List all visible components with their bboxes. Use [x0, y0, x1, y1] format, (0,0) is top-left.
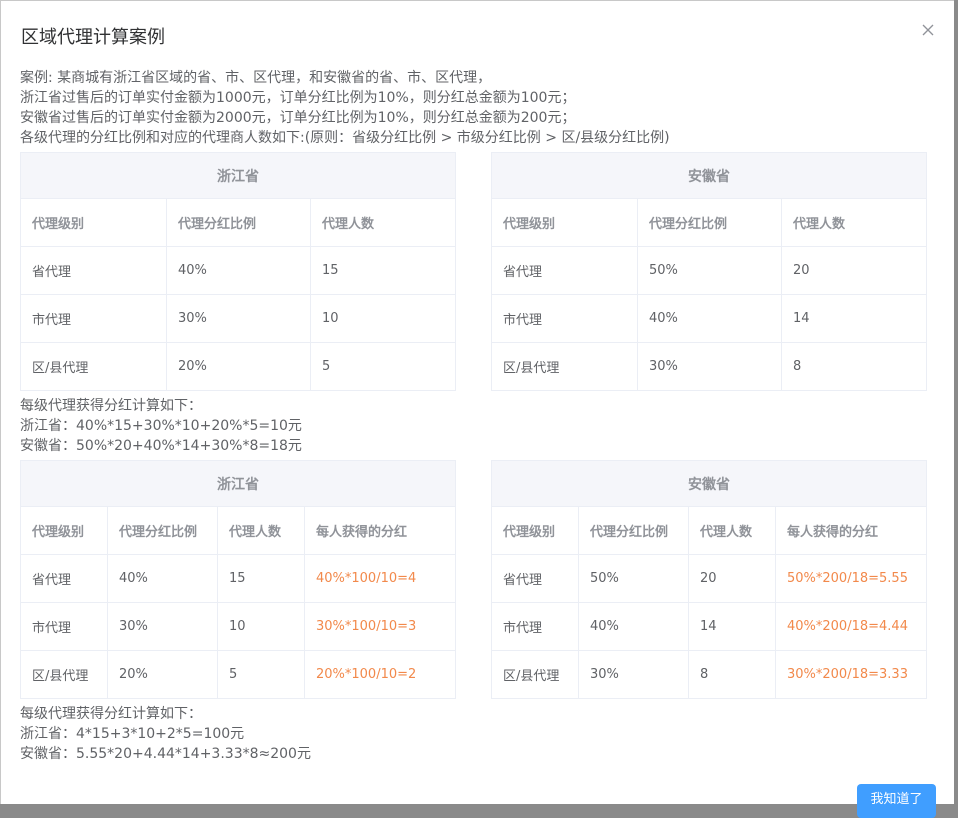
- dividend-formula: 40%*100/10=4: [304, 554, 456, 603]
- table-cell: 市代理: [491, 294, 638, 343]
- table-cell: 40%: [107, 554, 218, 603]
- dividend-formula: 20%*100/10=2: [304, 650, 456, 699]
- summary-line: 每级代理获得分红计算如下：: [20, 706, 202, 722]
- table-cell: 5: [309, 342, 457, 391]
- table-cell: 区/县代理: [491, 342, 638, 391]
- summary-text-2: 每级代理获得分红计算如下： 浙江省：4*15+3*10+2*5=100元 安徽省…: [20, 704, 311, 764]
- table-cell: 30%: [166, 294, 311, 343]
- calc-example-dialog: 区域代理计算案例 案例: 某商城有浙江省区域的省、市、区代理，和安徽省的省、市、…: [0, 0, 954, 818]
- summary-line: 浙江省：40%*15+30%*10+20%*5=10元: [20, 418, 302, 434]
- table-row: 市代理 40% 14 40%*200/18=4.44: [491, 602, 927, 651]
- table-cell: 省代理: [20, 554, 108, 603]
- table-cell: 区/县代理: [491, 650, 579, 699]
- column-header: 代理人数: [780, 198, 928, 247]
- intro-line: 案例: 某商城有浙江省区域的省、市、区代理，和安徽省的省、市、区代理，: [20, 70, 492, 86]
- intro-line: 浙江省过售后的订单实付金额为1000元，订单分红比例为10%，则分红总金额为10…: [20, 90, 576, 106]
- table-row: 省代理 40% 15: [20, 246, 457, 295]
- table-cell: 8: [780, 342, 928, 391]
- table-cell: 市代理: [20, 602, 108, 651]
- table-header-row: 代理级别 代理分红比例 代理人数 每人获得的分红: [491, 506, 927, 555]
- table-cell: 市代理: [20, 294, 167, 343]
- table-cell: 15: [309, 246, 457, 295]
- table-cell: 30%: [107, 602, 218, 651]
- column-header: 代理分红比例: [107, 506, 218, 555]
- table-cell: 区/县代理: [20, 342, 167, 391]
- table-cell: 20: [688, 554, 776, 603]
- table-row: 省代理 50% 20: [491, 246, 928, 295]
- table-cell: 40%: [166, 246, 311, 295]
- table-region-header: 浙江省: [19, 152, 457, 199]
- intro-line: 各级代理的分红比例和对应的代理商人数如下:(原则：省级分红比例 > 市级分红比例…: [20, 130, 670, 146]
- table-cell: 省代理: [20, 246, 167, 295]
- column-header: 代理级别: [491, 506, 579, 555]
- table-header-row: 代理级别 代理分红比例 代理人数 每人获得的分红: [20, 506, 456, 555]
- table-row: 市代理 30% 10 30%*100/10=3: [20, 602, 456, 651]
- dividend-table-anhui: 安徽省 代理级别 代理分红比例 代理人数 每人获得的分红 省代理 50% 20 …: [491, 460, 927, 699]
- column-header: 代理人数: [688, 506, 776, 555]
- table-header-row: 代理级别 代理分红比例 代理人数: [20, 198, 457, 247]
- confirm-button[interactable]: 我知道了: [857, 784, 936, 818]
- table-cell: 8: [688, 650, 776, 699]
- table-row: 省代理 50% 20 50%*200/18=5.55: [491, 554, 927, 603]
- table-cell: 14: [780, 294, 928, 343]
- table-cell: 市代理: [491, 602, 579, 651]
- column-header: 代理人数: [309, 198, 457, 247]
- table-cell: 省代理: [491, 554, 579, 603]
- summary-line: 浙江省：4*15+3*10+2*5=100元: [20, 726, 245, 742]
- summary-text-1: 每级代理获得分红计算如下： 浙江省：40%*15+30%*10+20%*5=10…: [20, 396, 302, 456]
- summary-line: 安徽省：5.55*20+4.44*14+3.33*8≈200元: [20, 746, 311, 762]
- table-header-row: 代理级别 代理分红比例 代理人数: [491, 198, 928, 247]
- column-header: 每人获得的分红: [775, 506, 927, 555]
- table-row: 区/县代理 20% 5: [20, 342, 457, 391]
- table-cell: 省代理: [491, 246, 638, 295]
- column-header: 代理级别: [491, 198, 638, 247]
- summary-line: 每级代理获得分红计算如下：: [20, 398, 202, 414]
- table-region-header: 浙江省: [20, 460, 456, 507]
- table-row: 市代理 30% 10: [20, 294, 457, 343]
- table-row: 市代理 40% 14: [491, 294, 928, 343]
- table-cell: 区/县代理: [20, 650, 108, 699]
- table-cell: 15: [217, 554, 305, 603]
- ratio-table-anhui: 安徽省 代理级别 代理分红比例 代理人数 省代理 50% 20 市代理 40% …: [490, 152, 928, 391]
- table-cell: 40%: [637, 294, 782, 343]
- dividend-formula: 30%*200/18=3.33: [775, 650, 927, 699]
- column-header: 代理级别: [20, 198, 167, 247]
- dividend-formula: 30%*100/10=3: [304, 602, 456, 651]
- column-header: 代理分红比例: [166, 198, 311, 247]
- table-cell: 30%: [637, 342, 782, 391]
- intro-line: 安徽省过售后的订单实付金额为2000元，订单分红比例为10%，则分红总金额为20…: [20, 110, 576, 126]
- column-header: 代理分红比例: [578, 506, 689, 555]
- table-cell: 50%: [578, 554, 689, 603]
- column-header: 代理分红比例: [637, 198, 782, 247]
- table-row: 区/县代理 30% 8 30%*200/18=3.33: [491, 650, 927, 699]
- dialog-title: 区域代理计算案例: [21, 27, 165, 48]
- intro-text: 案例: 某商城有浙江省区域的省、市、区代理，和安徽省的省、市、区代理， 浙江省过…: [20, 68, 670, 148]
- table-cell: 20%: [166, 342, 311, 391]
- table-cell: 50%: [637, 246, 782, 295]
- table-region-header: 安徽省: [490, 152, 928, 199]
- table-row: 区/县代理 20% 5 20%*100/10=2: [20, 650, 456, 699]
- table-row: 省代理 40% 15 40%*100/10=4: [20, 554, 456, 603]
- table-cell: 14: [688, 602, 776, 651]
- table-region-header: 安徽省: [491, 460, 927, 507]
- dividend-formula: 50%*200/18=5.55: [775, 554, 927, 603]
- dividend-formula: 40%*200/18=4.44: [775, 602, 927, 651]
- dividend-table-zhejiang: 浙江省 代理级别 代理分红比例 代理人数 每人获得的分红 省代理 40% 15 …: [20, 460, 456, 699]
- ratio-table-zhejiang: 浙江省 代理级别 代理分红比例 代理人数 省代理 40% 15 市代理 30% …: [19, 152, 457, 391]
- column-header: 代理人数: [217, 506, 305, 555]
- table-cell: 20: [780, 246, 928, 295]
- table-cell: 20%: [107, 650, 218, 699]
- table-cell: 40%: [578, 602, 689, 651]
- column-header: 代理级别: [20, 506, 108, 555]
- column-header: 每人获得的分红: [304, 506, 456, 555]
- table-cell: 10: [217, 602, 305, 651]
- summary-line: 安徽省：50%*20+40%*14+30%*8=18元: [20, 438, 302, 454]
- table-row: 区/县代理 30% 8: [491, 342, 928, 391]
- table-cell: 10: [309, 294, 457, 343]
- table-cell: 30%: [578, 650, 689, 699]
- table-cell: 5: [217, 650, 305, 699]
- close-icon[interactable]: [919, 21, 937, 39]
